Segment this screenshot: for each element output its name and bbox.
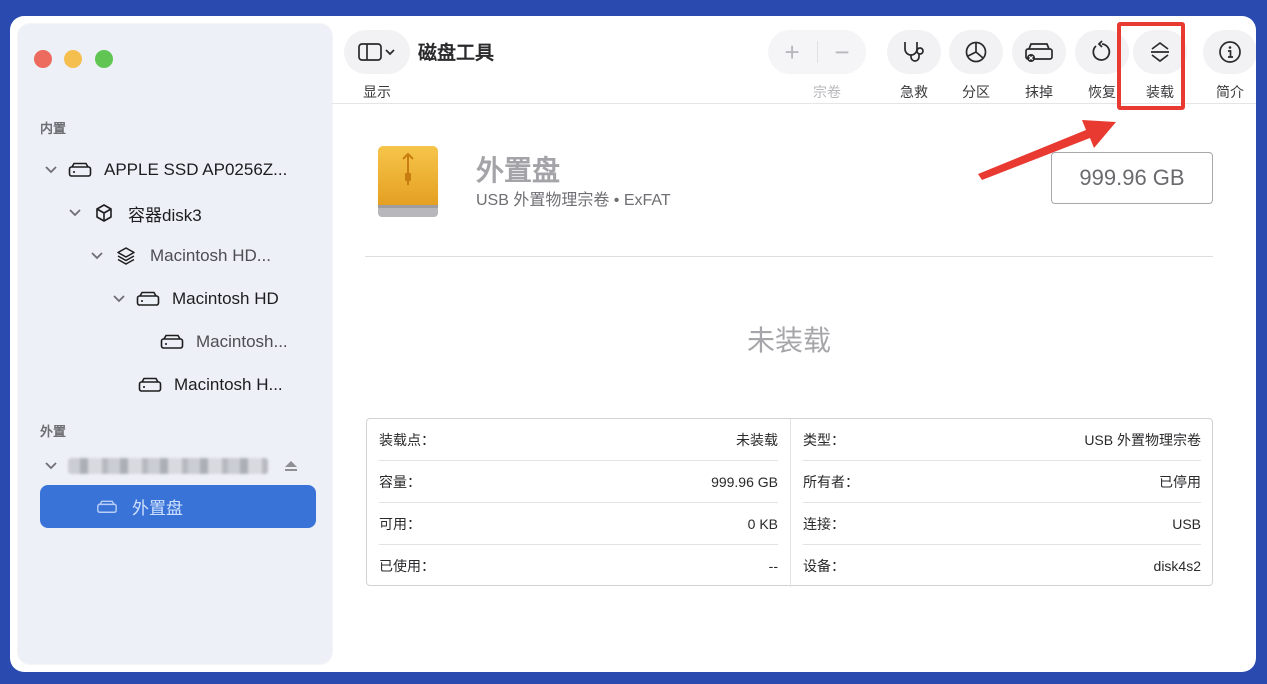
container-icon (92, 203, 116, 223)
volume-subtitle: USB 外置物理宗卷 • ExFAT (476, 192, 671, 209)
mount-label: 装载 (1146, 84, 1174, 100)
volume-add-remove-group: + − (768, 30, 866, 74)
sidebar-item-label: Macintosh HD... (150, 246, 271, 265)
info-row: 设备： disk4s2 (803, 545, 1201, 587)
partition-label: 分区 (962, 84, 990, 100)
info-key: 装载点： (379, 431, 435, 448)
info-row: 已使用： -- (379, 545, 778, 587)
drive-icon (136, 289, 160, 309)
info-value: -- (768, 558, 778, 574)
pie-chart-icon (965, 41, 987, 63)
sidebar: 内置 APPLE SSD AP0256Z... 容器disk3 Macintos… (18, 24, 332, 664)
sidebar-item-label: 外置盘 (132, 499, 183, 518)
info-row: 所有者： 已停用 (803, 461, 1201, 503)
restore-button[interactable] (1075, 30, 1129, 74)
chevron-down-icon[interactable] (112, 292, 126, 306)
remove-volume-button[interactable]: − (834, 37, 849, 68)
sidebar-item-container[interactable]: 容器disk3 (68, 195, 202, 231)
erase-button[interactable] (1012, 30, 1066, 74)
info-key: 连接： (803, 515, 845, 532)
redacted-disk-name (68, 458, 268, 474)
stethoscope-icon (904, 42, 924, 62)
info-row: 类型： USB 外置物理宗卷 (803, 419, 1201, 461)
sidebar-item-macintosh-snapshot[interactable]: Macintosh... (160, 324, 288, 360)
restore-label: 恢复 (1088, 84, 1116, 100)
info-value: 0 KB (747, 515, 778, 532)
close-button[interactable] (34, 50, 52, 68)
info-key: 可用： (379, 515, 421, 532)
drive-icon (68, 160, 92, 180)
info-value: 已停用 (1159, 473, 1201, 490)
info-value: USB (1172, 515, 1201, 532)
info-column-left: 装载点： 未装载 容量： 999.96 GB 可用： 0 KB 已使用： -- (367, 419, 790, 587)
sidebar-item-label: Macintosh... (196, 332, 288, 351)
partition-button[interactable] (949, 30, 1003, 74)
sidebar-toggle-icon (358, 43, 395, 61)
toolbar: 显示 磁盘工具 + − 宗卷 急救 分区 抹掉 恢复 装载 简介 (332, 16, 1256, 104)
info-row: 连接： USB (803, 503, 1201, 545)
info-icon (1219, 41, 1241, 63)
sidebar-item-external-disk[interactable] (44, 448, 298, 484)
view-button[interactable] (344, 30, 410, 74)
info-value: USB 外置物理宗卷 (1084, 431, 1201, 448)
info-label: 简介 (1216, 84, 1244, 100)
internal-section-header: 内置 (40, 121, 67, 136)
divider (816, 41, 818, 63)
sidebar-item-macintosh-hd-data[interactable]: Macintosh H... (138, 367, 283, 403)
restore-arrow-icon (1092, 40, 1111, 61)
erase-drive-icon (1025, 43, 1053, 62)
info-key: 容量： (379, 473, 421, 490)
mount-status-text: 未装载 (746, 325, 831, 356)
info-row: 装载点： 未装载 (379, 419, 778, 461)
app-title: 磁盘工具 (418, 43, 495, 64)
sidebar-item-macintosh-hd-group[interactable]: Macintosh HD... (90, 238, 271, 274)
chevron-down-icon[interactable] (68, 206, 82, 220)
info-column-right: 类型： USB 外置物理宗卷 所有者： 已停用 连接： USB 设备： disk… (790, 419, 1213, 587)
sidebar-item-external-volume[interactable]: 外置盘 (40, 485, 316, 528)
sidebar-item-label: 容器disk3 (128, 205, 202, 225)
chevron-down-icon[interactable] (44, 459, 58, 473)
info-key: 所有者： (803, 473, 859, 490)
chevron-down-icon[interactable] (90, 249, 104, 263)
zoom-button[interactable] (95, 50, 113, 68)
volume-info-table: 装载点： 未装载 容量： 999.96 GB 可用： 0 KB 已使用： -- (366, 418, 1213, 587)
first-aid-label: 急救 (900, 84, 928, 100)
info-key: 类型： (803, 431, 845, 448)
first-aid-button[interactable] (887, 30, 941, 74)
sidebar-item-macintosh-hd[interactable]: Macintosh HD (112, 281, 279, 317)
chevron-down-icon[interactable] (44, 163, 58, 177)
erase-label: 抹掉 (1025, 84, 1053, 100)
info-row: 容量： 999.96 GB (379, 461, 778, 503)
sidebar-item-label: Macintosh H... (174, 375, 283, 394)
sidebar-item-label: APPLE SSD AP0256Z... (104, 160, 288, 179)
info-value: 未装载 (736, 431, 778, 448)
info-value: 999.96 GB (711, 473, 778, 490)
main-panel: 外置盘 USB 外置物理宗卷 • ExFAT 999.96 GB 未装载 装载点… (332, 105, 1256, 672)
volume-name: 外置盘 (476, 155, 561, 186)
disk-utility-window: 内置 APPLE SSD AP0256Z... 容器disk3 Macintos… (10, 16, 1256, 672)
info-button[interactable] (1203, 30, 1256, 74)
info-value: disk4s2 (1153, 558, 1201, 574)
sidebar-item-label: Macintosh HD (172, 289, 279, 308)
info-key: 已使用： (379, 558, 435, 574)
sidebar-item-apple-ssd[interactable]: APPLE SSD AP0256Z... (44, 152, 287, 188)
mount-icon (1151, 41, 1169, 63)
drive-icon (96, 499, 118, 519)
drive-icon (138, 375, 162, 395)
volume-label: 宗卷 (813, 84, 841, 100)
layers-icon (114, 246, 138, 266)
divider (365, 256, 1213, 257)
eject-icon[interactable] (284, 460, 298, 472)
mount-button[interactable] (1133, 30, 1187, 74)
info-row: 可用： 0 KB (379, 503, 778, 545)
view-label: 显示 (363, 84, 391, 100)
minimize-button[interactable] (64, 50, 82, 68)
drive-icon (160, 332, 184, 352)
volume-size-box: 999.96 GB (1051, 152, 1213, 204)
info-key: 设备： (803, 558, 845, 574)
add-volume-button[interactable]: + (784, 37, 799, 68)
external-disk-icon (377, 145, 439, 219)
external-section-header: 外置 (40, 424, 67, 439)
